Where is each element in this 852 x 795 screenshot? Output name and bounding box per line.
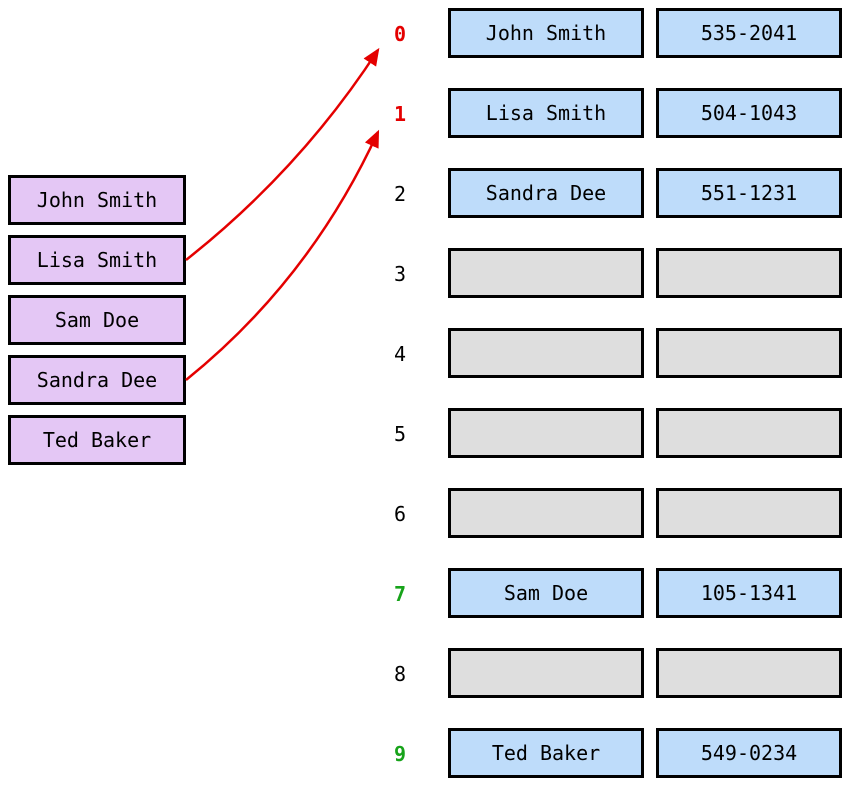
index-label: 4: [376, 342, 406, 366]
key-cell: Lisa Smith: [8, 235, 186, 285]
bucket-name: Sandra Dee: [448, 168, 644, 218]
key-label: Sandra Dee: [11, 358, 183, 402]
bucket-name: John Smith: [448, 8, 644, 58]
bucket-name-label: Sam Doe: [451, 571, 641, 615]
bucket-phone-label: 551-1231: [659, 171, 839, 215]
bucket-name-label: John Smith: [451, 11, 641, 55]
index-label: 9: [376, 742, 406, 766]
index-label: 0: [376, 22, 406, 46]
bucket-name: Ted Baker: [448, 728, 644, 778]
key-cell: John Smith: [8, 175, 186, 225]
bucket-phone-label: 549-0234: [659, 731, 839, 775]
bucket-phone-label: 535-2041: [659, 11, 839, 55]
bucket-name: [448, 248, 644, 298]
arrow-icon: [186, 50, 378, 260]
bucket-phone-label: 105-1341: [659, 571, 839, 615]
bucket-name: [448, 408, 644, 458]
bucket-phone: [656, 328, 842, 378]
bucket-name: Sam Doe: [448, 568, 644, 618]
key-cell: Ted Baker: [8, 415, 186, 465]
bucket-phone: [656, 248, 842, 298]
key-cell: Sandra Dee: [8, 355, 186, 405]
key-label: Lisa Smith: [11, 238, 183, 282]
index-label: 6: [376, 502, 406, 526]
bucket-phone: 535-2041: [656, 8, 842, 58]
bucket-name-label: Sandra Dee: [451, 171, 641, 215]
bucket-name-label: Ted Baker: [451, 731, 641, 775]
bucket-phone: [656, 488, 842, 538]
bucket-name-label: Lisa Smith: [451, 91, 641, 135]
bucket-phone-label: 504-1043: [659, 91, 839, 135]
bucket-phone: [656, 648, 842, 698]
key-label: Ted Baker: [11, 418, 183, 462]
bucket-phone: 551-1231: [656, 168, 842, 218]
bucket-name: [448, 328, 644, 378]
bucket-name: [448, 488, 644, 538]
index-label: 5: [376, 422, 406, 446]
arrow-icon: [186, 132, 378, 380]
bucket-phone: 105-1341: [656, 568, 842, 618]
bucket-phone: [656, 408, 842, 458]
bucket-phone: 504-1043: [656, 88, 842, 138]
key-label: John Smith: [11, 178, 183, 222]
key-label: Sam Doe: [11, 298, 183, 342]
bucket-phone: 549-0234: [656, 728, 842, 778]
index-label: 8: [376, 662, 406, 686]
key-cell: Sam Doe: [8, 295, 186, 345]
index-label: 2: [376, 182, 406, 206]
bucket-name: Lisa Smith: [448, 88, 644, 138]
index-label: 1: [376, 102, 406, 126]
index-label: 7: [376, 582, 406, 606]
bucket-name: [448, 648, 644, 698]
index-label: 3: [376, 262, 406, 286]
